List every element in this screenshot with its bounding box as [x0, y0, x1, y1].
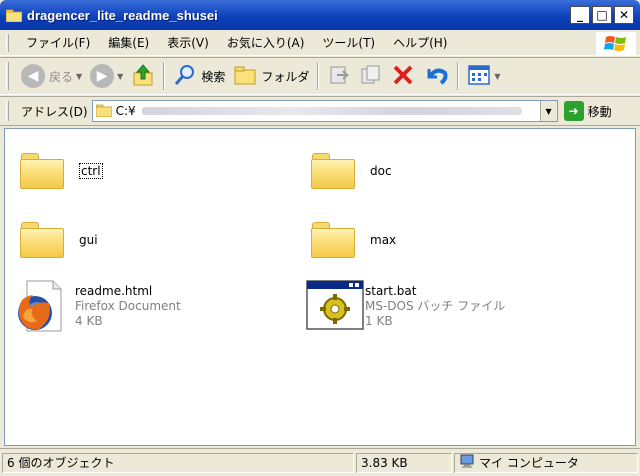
toolbar-separator [163, 62, 166, 90]
file-list-pane[interactable]: ctrl doc gui max readme.html Firefox Doc… [4, 128, 636, 446]
folder-icon [310, 220, 358, 260]
toolbar-separator [317, 62, 320, 90]
copy-to-icon [359, 63, 383, 90]
copy-to-button[interactable] [355, 61, 387, 91]
move-to-icon [327, 63, 351, 90]
chevron-down-icon[interactable]: ▼ [539, 101, 557, 121]
up-folder-button[interactable] [127, 61, 159, 91]
standard-toolbar: ◀ 戻る ▼ ▶ ▼ 検索 フォルダ ▼ [0, 57, 640, 95]
folder-icon [95, 103, 113, 120]
menu-file[interactable]: ファイル(F) [17, 34, 99, 51]
folder-icon [19, 151, 67, 191]
folder-item-max[interactable]: max [310, 220, 396, 260]
firefox-document-icon [15, 279, 63, 333]
menu-help[interactable]: ヘルプ(H) [384, 34, 456, 51]
title-bar[interactable]: dragencer_lite_readme_shusei _ □ ✕ [0, 0, 640, 30]
close-button[interactable]: ✕ [614, 6, 634, 24]
folder-item-gui[interactable]: gui [19, 220, 98, 260]
folder-icon [5, 8, 23, 23]
back-label: 戻る [49, 69, 74, 84]
menu-view[interactable]: 表示(V) [158, 34, 218, 51]
folder-item-ctrl[interactable]: ctrl [19, 151, 103, 191]
move-to-button[interactable] [323, 61, 355, 91]
menu-favorites[interactable]: お気に入り(A) [218, 34, 314, 51]
item-name: ctrl [79, 163, 103, 179]
file-item-start-bat[interactable]: start.bat MS-DOS バッチ ファイル 1 KB [305, 279, 505, 333]
toolbar-grip[interactable] [6, 62, 9, 90]
views-button[interactable]: ▼ [463, 61, 504, 91]
undo-icon [423, 63, 449, 90]
back-arrow-icon: ◀ [21, 64, 45, 88]
minimize-button[interactable]: _ [570, 6, 590, 24]
toolbar-separator [457, 62, 460, 90]
item-name: gui [79, 233, 98, 247]
address-path-blurred [141, 107, 522, 115]
status-size-text: 3.83 KB [361, 455, 408, 470]
search-label: 検索 [201, 69, 226, 84]
folder-icon [310, 151, 358, 191]
status-location-text: マイ コンピュータ [479, 456, 579, 470]
status-bar: 6 個のオブジェクト 3.83 KB マイ コンピュータ [0, 448, 640, 476]
close-icon: ✕ [618, 8, 630, 22]
status-object-count: 6 個のオブジェクト [2, 452, 354, 473]
forward-button[interactable]: ▶ ▼ [86, 61, 127, 91]
status-size: 3.83 KB [356, 452, 452, 473]
folder-item-doc[interactable]: doc [310, 151, 392, 191]
go-arrow-icon: ➜ [563, 101, 584, 121]
item-name: doc [370, 164, 392, 178]
window-title: dragencer_lite_readme_shusei [27, 7, 218, 23]
address-path: C:¥ [115, 104, 136, 118]
folders-icon [233, 64, 257, 89]
menu-bar: ファイル(F) 編集(E) 表示(V) お気に入り(A) ツール(T) ヘルプ(… [0, 30, 640, 56]
menu-edit[interactable]: 編集(E) [99, 34, 158, 51]
item-type: MS-DOS バッチ ファイル [365, 298, 506, 313]
search-button[interactable]: 検索 [169, 61, 229, 91]
views-icon [467, 64, 491, 89]
item-size: 4 KB [75, 313, 103, 328]
back-button[interactable]: ◀ 戻る ▼ [17, 61, 86, 91]
windows-logo-icon [596, 32, 636, 56]
delete-icon [391, 63, 415, 90]
address-label: アドレス(D) [21, 104, 88, 119]
chevron-down-icon[interactable]: ▼ [76, 72, 82, 81]
item-name: start.bat [365, 283, 417, 298]
delete-button[interactable] [387, 61, 419, 91]
status-count-text: 6 個のオブジェクト [7, 456, 115, 470]
up-folder-icon [131, 63, 155, 90]
address-input[interactable]: C:¥ ▼ [91, 100, 558, 122]
go-button[interactable]: ➜ 移動 [563, 101, 612, 121]
item-size: 1 KB [365, 313, 393, 328]
item-name: readme.html [75, 283, 153, 298]
chevron-down-icon[interactable]: ▼ [117, 72, 123, 81]
folders-button[interactable]: フォルダ [229, 61, 313, 91]
search-icon [173, 63, 197, 90]
maximize-icon: □ [596, 8, 608, 22]
undo-button[interactable] [419, 61, 453, 91]
batch-file-icon [305, 279, 364, 333]
maximize-button[interactable]: □ [592, 6, 612, 24]
menu-grip[interactable] [6, 33, 9, 52]
go-label: 移動 [587, 104, 612, 119]
forward-arrow-icon: ▶ [90, 64, 115, 88]
minimize-icon: _ [577, 8, 583, 22]
menu-tools[interactable]: ツール(T) [313, 34, 384, 51]
folders-label: フォルダ [261, 69, 310, 84]
item-type: Firefox Document [75, 298, 181, 313]
address-bar: アドレス(D) C:¥ ▼ ➜ 移動 [0, 96, 640, 126]
my-computer-icon [459, 454, 475, 471]
chevron-down-icon[interactable]: ▼ [494, 72, 500, 81]
address-grip[interactable] [6, 101, 9, 121]
item-name: max [370, 233, 397, 247]
folder-icon [19, 220, 67, 260]
file-item-readme[interactable]: readme.html Firefox Document 4 KB [15, 279, 181, 333]
status-location: マイ コンピュータ [454, 452, 638, 473]
